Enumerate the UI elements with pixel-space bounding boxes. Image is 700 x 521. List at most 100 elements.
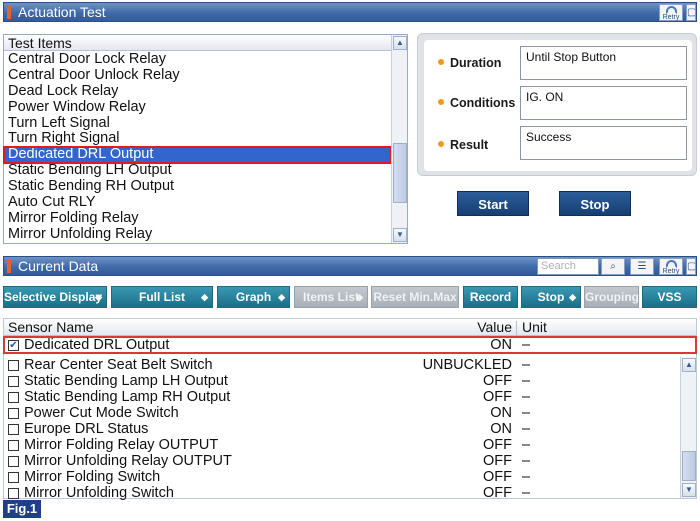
search-input[interactable]: Search <box>537 258 599 275</box>
window-edge-button[interactable]: ▢ <box>686 258 696 275</box>
test-item[interactable]: Dedicated DRL Output <box>3 146 392 165</box>
reset-min-max-button[interactable]: Reset Min.Max <box>371 286 459 308</box>
retry-button[interactable]: Retry <box>659 258 683 275</box>
test-item[interactable]: Central Door Lock Relay <box>4 51 391 68</box>
sensor-value: OFF <box>483 485 512 501</box>
current-data-titlebar: Current Data Search ⌕ ☰ Retry ▢ <box>3 256 697 276</box>
actuation-test-titlebar: Actuation Test Retry ▢ <box>3 2 697 22</box>
list-view-icon[interactable]: ☰ <box>630 258 654 275</box>
test-item[interactable]: Power Window Relay <box>4 99 391 116</box>
sensor-name: Rear Center Seat Belt Switch <box>24 357 213 373</box>
row-checkbox[interactable] <box>8 440 19 451</box>
test-item[interactable]: Static Bending LH Output <box>4 162 391 179</box>
full-list-dropdown[interactable]: Full List ◆ <box>111 286 213 308</box>
items-list-dropdown[interactable]: Items List ◆ <box>294 286 368 308</box>
record-button[interactable]: Record <box>463 286 518 308</box>
sensor-unit: – <box>522 405 531 421</box>
row-checkbox[interactable] <box>8 360 19 371</box>
graph-dropdown[interactable]: Graph ◆ <box>217 286 290 308</box>
table-row[interactable]: Mirror Folding Switch OFF – <box>4 469 682 485</box>
sensor-value: OFF <box>483 437 512 453</box>
sensor-name: Mirror Folding Switch <box>24 469 161 485</box>
dropdown-arrow-icon: ◆ <box>278 292 285 302</box>
sensor-unit: – <box>522 437 531 453</box>
scroll-thumb[interactable] <box>393 143 407 203</box>
test-item[interactable]: Mirror Unfolding Relay <box>4 226 391 243</box>
conditions-field: IG. ON <box>520 86 687 120</box>
search-icon[interactable]: ⌕ <box>601 258 625 275</box>
stop-button[interactable]: Stop <box>559 191 631 216</box>
title-accent-mark <box>7 6 11 19</box>
table-row[interactable]: Power Cut Mode Switch ON – <box>4 405 682 421</box>
header-divider[interactable] <box>516 321 517 335</box>
sensor-name: Static Bending Lamp LH Output <box>24 373 228 389</box>
start-button[interactable]: Start <box>457 191 529 216</box>
test-items-list[interactable]: Test Items Central Door Lock Relay Centra… <box>3 34 408 244</box>
dropdown-arrow-icon: ◆ <box>569 292 576 302</box>
row-checkbox[interactable] <box>8 376 19 387</box>
sensor-value: OFF <box>483 469 512 485</box>
test-items-scrollbar[interactable]: ▲ ▼ <box>391 35 407 243</box>
scroll-down-arrow-icon[interactable]: ▼ <box>682 483 696 497</box>
row-checkbox[interactable] <box>8 424 19 435</box>
retry-label: Retry <box>662 14 680 21</box>
row-checkbox[interactable] <box>8 488 19 499</box>
test-info-panel: Duration Until Stop Button Conditions IG… <box>417 33 697 176</box>
table-row[interactable]: Rear Center Seat Belt Switch UNBUCKLED – <box>4 357 682 373</box>
sensor-name: Power Cut Mode Switch <box>24 405 179 421</box>
scroll-up-arrow-icon[interactable]: ▲ <box>682 358 696 372</box>
sensor-name: Europe DRL Status <box>24 421 149 437</box>
vss-button[interactable]: VSS <box>642 286 697 308</box>
dropdown-arrow-icon: ◆ <box>201 292 208 302</box>
test-item[interactable]: Turn Left Signal <box>4 115 391 132</box>
retry-button[interactable]: Retry <box>659 4 683 21</box>
sensor-unit: – <box>522 373 531 389</box>
stop-dropdown[interactable]: Stop ◆ <box>521 286 581 308</box>
row-checkbox[interactable] <box>8 408 19 419</box>
test-item[interactable]: Central Door Unlock Relay <box>4 67 391 84</box>
window-edge-button[interactable]: ▢ <box>686 4 696 21</box>
table-row[interactable]: Mirror Unfolding Relay OUTPUT OFF – <box>4 453 682 469</box>
row-checkbox[interactable]: ✔ <box>8 340 19 351</box>
sensor-value: ON <box>490 421 512 437</box>
items-list-label: Items List <box>302 290 359 304</box>
duration-field: Until Stop Button <box>520 46 687 80</box>
bullet-icon <box>438 99 444 105</box>
test-item[interactable]: Turn Right Signal <box>4 131 391 147</box>
sensor-value: ON <box>490 337 512 353</box>
unit-header[interactable]: Unit <box>522 319 547 336</box>
test-items-header: Test Items <box>4 35 391 51</box>
retry-icon <box>666 260 677 268</box>
sensor-value: UNBUCKLED <box>422 357 512 373</box>
table-row[interactable]: ✔ Dedicated DRL Output ON – <box>3 336 697 354</box>
table-row[interactable]: Europe DRL Status ON – <box>4 421 682 437</box>
current-data-table: Sensor Name Value Unit ✔ Dedicated DRL Ou… <box>3 318 697 501</box>
dropdown-arrow-icon: ◆ <box>356 292 363 302</box>
sensor-name: Static Bending Lamp RH Output <box>24 389 231 405</box>
table-row[interactable]: Static Bending Lamp RH Output OFF – <box>4 389 682 405</box>
scroll-up-arrow-icon[interactable]: ▲ <box>393 36 407 50</box>
table-row[interactable]: Mirror Folding Relay OUTPUT OFF – <box>4 437 682 453</box>
test-item[interactable]: Auto Cut RLY <box>4 194 391 211</box>
result-label-text: Result <box>450 138 489 152</box>
row-checkbox[interactable] <box>8 472 19 483</box>
value-header[interactable]: Value <box>400 319 512 336</box>
row-checkbox[interactable] <box>8 456 19 467</box>
selective-display-dropdown[interactable]: Selective Display ◆ <box>3 286 107 308</box>
scroll-down-arrow-icon[interactable]: ▼ <box>393 228 407 242</box>
grouping-button[interactable]: Grouping <box>584 286 639 308</box>
sensor-unit: – <box>522 357 531 373</box>
current-data-title: Current Data <box>18 258 99 274</box>
sensor-name-header[interactable]: Sensor Name <box>8 319 94 336</box>
scroll-thumb[interactable] <box>682 451 696 481</box>
test-item[interactable]: Mirror Folding Relay <box>4 210 391 227</box>
sensor-unit: – <box>522 485 531 501</box>
test-item[interactable]: Dead Lock Relay <box>4 83 391 100</box>
test-item[interactable]: Static Bending RH Output <box>4 178 391 195</box>
sensor-name: Mirror Folding Relay OUTPUT <box>24 437 219 453</box>
table-row[interactable]: Mirror Unfolding Switch OFF – <box>4 485 682 501</box>
table-row[interactable]: Static Bending Lamp LH Output OFF – <box>4 373 682 389</box>
row-checkbox[interactable] <box>8 392 19 403</box>
figure-label: Fig.1 <box>3 500 41 518</box>
table-scrollbar[interactable]: ▲ ▼ <box>680 357 696 498</box>
